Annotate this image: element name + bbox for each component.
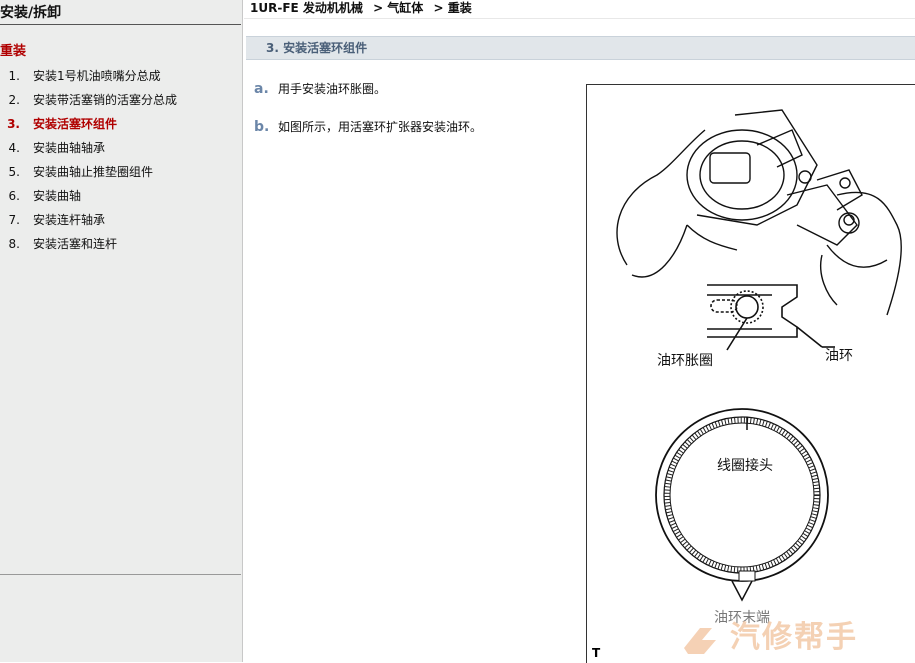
label-oil-ring-expander: 油环胀圈: [657, 353, 713, 369]
breadcrumb: 1UR-FE 发动机机械 > 气缸体 > 重装: [250, 0, 478, 16]
item-label: 安装连杆轴承: [33, 213, 106, 227]
sidebar-item-piston-with-pin[interactable]: 2. 安装带活塞销的活塞分总成: [0, 90, 177, 114]
step-title: 3. 安装活塞环组件: [266, 41, 368, 55]
illustration: 油环胀圈 油环 线圈接头 油环末端 T: [586, 84, 915, 663]
sidebar-item-thrust-washer[interactable]: 5. 安装曲轴止推垫圈组件: [0, 162, 177, 186]
substep-letter: b.: [254, 119, 270, 135]
substep-a: a. 用手安装油环胀圈。: [254, 80, 386, 97]
figure-code: T: [592, 646, 601, 660]
item-label: 安装曲轴止推垫圈组件: [33, 165, 154, 179]
item-label: 安装活塞和连杆: [33, 237, 118, 251]
item-number: 3.: [7, 117, 20, 131]
piston-ring-illustration: [616, 109, 902, 602]
item-label: 安装曲轴轴承: [33, 141, 106, 155]
item-number: 5.: [8, 165, 20, 179]
ring-cross-section: [707, 284, 835, 351]
item-label: 安装带活塞销的活塞分总成: [33, 93, 178, 107]
watermark-text: 汽修帮手: [730, 620, 858, 655]
sidebar-item-piston-rod[interactable]: 8. 安装活塞和连杆: [0, 234, 177, 258]
item-label: 安装1号机油喷嘴分总成: [33, 69, 161, 83]
sidebar-item-oil-jet[interactable]: 1. 安装1号机油喷嘴分总成: [0, 66, 177, 90]
section-heading: 重装: [0, 44, 27, 59]
item-number: 2.: [8, 93, 20, 107]
sidebar: 安装/拆卸 重装 1. 安装1号机油喷嘴分总成 2. 安装带活塞销的活塞分总成 3.…: [0, 0, 243, 662]
breadcrumb-engine[interactable]: 1UR-FE 发动机机械: [250, 1, 363, 15]
watermark: 汽修帮手: [682, 620, 915, 660]
sidebar-item-crank-bearing[interactable]: 4. 安装曲轴轴承: [0, 138, 177, 162]
sidebar-title: 安装/拆卸: [0, 2, 241, 25]
item-label: 安装曲轴: [33, 189, 82, 203]
item-number: 4.: [8, 141, 20, 155]
substep-text: 用手安装油环胀圈。: [278, 82, 387, 96]
coil-ring-drawing: [655, 408, 829, 602]
label-oil-ring: 油环: [825, 348, 853, 364]
procedure-list: 1. 安装1号机油喷嘴分总成 2. 安装带活塞销的活塞分总成 3. 安装活塞环组件 4…: [0, 66, 177, 258]
substep-letter: a.: [254, 81, 269, 97]
item-number: 6.: [8, 189, 20, 203]
item-number: 1.: [8, 69, 20, 83]
sidebar-divider: [0, 574, 241, 575]
breadcrumb-reassembly[interactable]: > 重装: [434, 1, 472, 15]
item-number: 7.: [8, 213, 20, 227]
breadcrumb-cylinder-block[interactable]: > 气缸体: [373, 1, 423, 15]
step-header: 3. 安装活塞环组件: [246, 36, 915, 60]
sidebar-item-rod-bearing[interactable]: 7. 安装连杆轴承: [0, 210, 177, 234]
breadcrumb-divider: [244, 18, 915, 19]
substep-text: 如图所示，用活塞环扩张器安装油环。: [278, 120, 483, 134]
watermark-logo-icon: [684, 628, 716, 654]
item-label: 安装活塞环组件: [33, 117, 118, 131]
label-coil-joint: 线圈接头: [717, 458, 773, 474]
sidebar-item-piston-ring[interactable]: 3. 安装活塞环组件: [0, 114, 177, 138]
sidebar-item-crankshaft[interactable]: 6. 安装曲轴: [0, 186, 177, 210]
substep-b: b. 如图所示，用活塞环扩张器安装油环。: [254, 118, 482, 135]
item-number: 8.: [8, 237, 20, 251]
